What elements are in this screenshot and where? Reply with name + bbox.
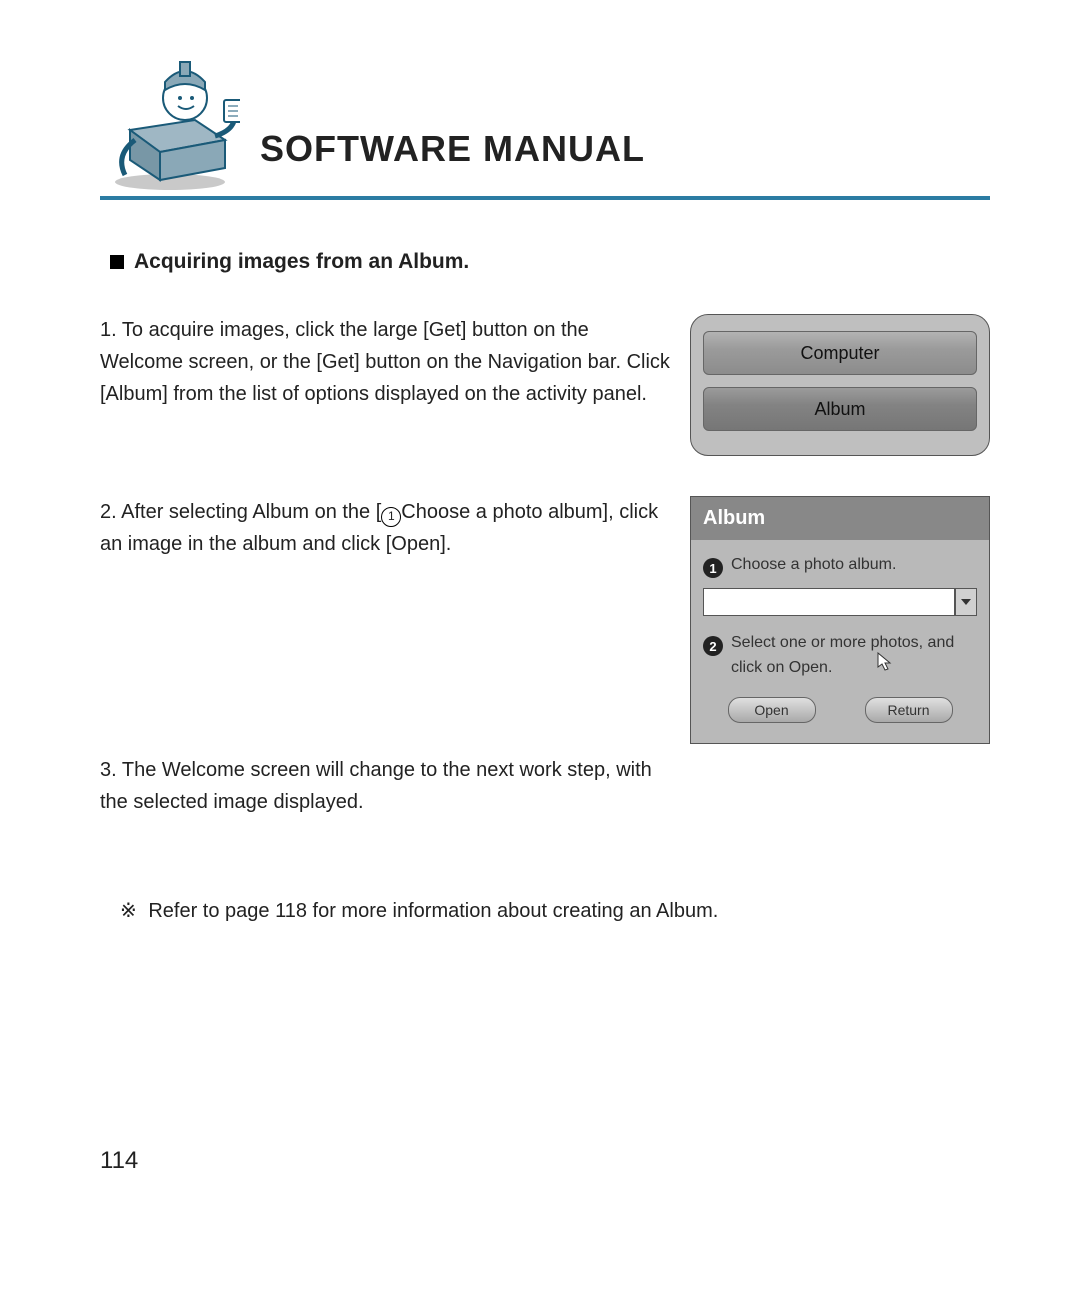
section-heading: Acquiring images from an Album. xyxy=(110,250,990,274)
page-title: SOFTWARE MANUAL xyxy=(260,128,645,190)
step-number: 3. xyxy=(100,759,117,781)
step-3-body: The Welcome screen will change to the ne… xyxy=(100,759,652,813)
step-2-text: 2. After selecting Album on the [1Choose… xyxy=(100,496,690,560)
circled-one-icon: 1 xyxy=(381,507,401,527)
page-header: SOFTWARE MANUAL xyxy=(100,40,990,200)
bullet-square-icon xyxy=(110,255,124,269)
step-number: 1. xyxy=(100,319,117,341)
open-button[interactable]: Open xyxy=(728,697,816,723)
mascot-illustration xyxy=(100,40,240,190)
choose-album-label: Choose a photo album. xyxy=(731,556,896,574)
step-2-pre: After selecting Album on the [ xyxy=(117,501,382,523)
computer-option-button[interactable]: Computer xyxy=(703,331,977,375)
album-option-button[interactable]: Album xyxy=(703,387,977,431)
circled-one-icon: 1 xyxy=(703,558,723,578)
footnote-text: Refer to page 118 for more information a… xyxy=(143,900,719,922)
album-option-label: Album xyxy=(814,399,865,420)
step-number: 2. xyxy=(100,501,117,523)
activity-panel-figure: Computer Album xyxy=(690,314,990,456)
step-3-text: 3. The Welcome screen will change to the… xyxy=(100,754,680,818)
album-panel-figure: Album 1 Choose a photo album. 2 xyxy=(690,496,990,744)
cursor-icon xyxy=(877,652,893,677)
footnote: ※ Refer to page 118 for more information… xyxy=(120,898,990,923)
return-button-label: Return xyxy=(887,702,929,718)
select-photos-label: Select one or more photos, and click on … xyxy=(731,634,977,677)
open-button-label: Open xyxy=(754,702,788,718)
dropdown-arrow-button[interactable] xyxy=(955,588,977,616)
step-1-text: 1. To acquire images, click the large [G… xyxy=(100,314,690,410)
section-heading-text: Acquiring images from an Album. xyxy=(134,250,469,274)
reference-mark-icon: ※ xyxy=(120,900,137,922)
album-dropdown[interactable] xyxy=(703,588,977,616)
album-dropdown-field[interactable] xyxy=(703,588,955,616)
page-number: 114 xyxy=(100,1147,138,1175)
album-panel-title: Album xyxy=(691,497,989,540)
step-body: To acquire images, click the large [Get]… xyxy=(100,319,670,405)
return-button[interactable]: Return xyxy=(865,697,953,723)
select-photos-text: Select one or more photos, and click on … xyxy=(731,634,954,676)
computer-option-label: Computer xyxy=(800,343,879,364)
circled-two-icon: 2 xyxy=(703,636,723,656)
